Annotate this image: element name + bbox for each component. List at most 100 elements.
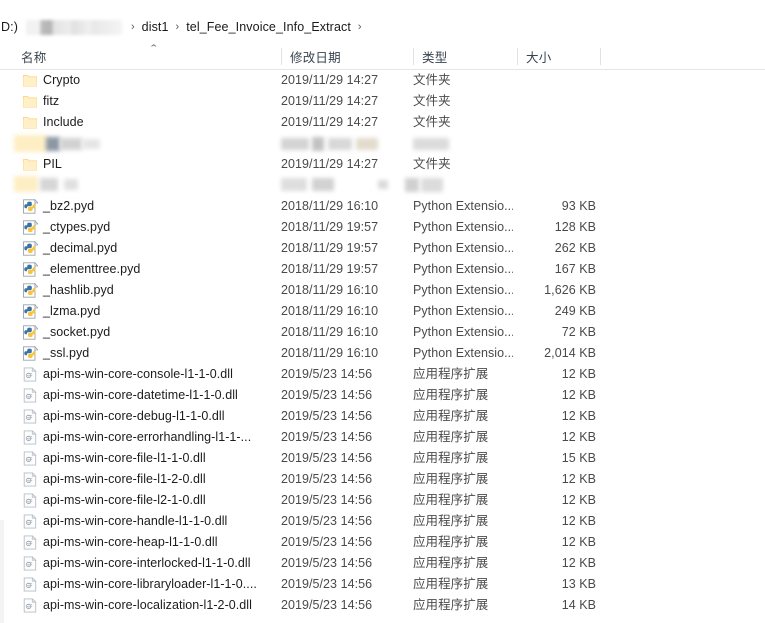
cell-size: 128 KB xyxy=(554,220,596,234)
table-row[interactable]: Crypto 2019/11/29 14:27 文件夹 xyxy=(0,70,765,91)
cell-name[interactable]: api-ms-win-core-handle-l1-1-0.dll xyxy=(22,511,272,532)
cell-name[interactable]: _ssl.pyd xyxy=(22,343,272,364)
table-row-redacted[interactable] xyxy=(0,175,765,196)
file-name-label: _bz2.pyd xyxy=(43,199,95,213)
cell-date-modified: 2018/11/29 16:10 xyxy=(281,325,379,339)
file-name-label: _decimal.pyd xyxy=(43,241,118,255)
cell-name[interactable]: _elementtree.pyd xyxy=(22,259,272,280)
cell-size: 12 KB xyxy=(561,535,596,549)
file-name-label: api-ms-win-core-console-l1-1-0.dll xyxy=(43,367,233,381)
cell-name[interactable]: Include xyxy=(22,112,272,133)
cell-date-modified: 2018/11/29 19:57 xyxy=(281,241,379,255)
cell-name[interactable]: api-ms-win-core-libraryloader-l1-1-0.... xyxy=(22,574,272,595)
table-row[interactable]: Include 2019/11/29 14:27 文件夹 xyxy=(0,112,765,133)
column-header-name-label: 名称 xyxy=(21,50,47,65)
cell-name[interactable]: api-ms-win-core-localization-l1-2-0.dll xyxy=(22,595,272,616)
table-row[interactable]: _decimal.pyd 2018/11/29 19:57 Python Exten… xyxy=(0,238,765,259)
address-bar[interactable]: D:) › dist1 › tel_Fee_Invoice_Info_Extra… xyxy=(0,14,765,41)
cell-name[interactable]: _socket.pyd xyxy=(22,322,272,343)
redaction-block xyxy=(312,137,324,151)
cell-name[interactable]: Crypto xyxy=(22,70,272,91)
table-row[interactable]: _bz2.pyd 2018/11/29 16:10 Python Extensio.… xyxy=(0,196,765,217)
redaction-block xyxy=(46,137,60,151)
python-extension-icon xyxy=(22,346,38,361)
cell-date-modified: 2018/11/29 19:57 xyxy=(281,262,379,276)
cell-name[interactable]: api-ms-win-core-heap-l1-1-0.dll xyxy=(22,532,272,553)
dll-icon xyxy=(22,451,38,466)
redaction-block xyxy=(281,138,309,150)
cell-name[interactable]: _hashlib.pyd xyxy=(22,280,272,301)
cell-name[interactable]: api-ms-win-core-file-l2-1-0.dll xyxy=(22,490,272,511)
table-row[interactable]: api-ms-win-core-errorhandling-l1-1-... 20… xyxy=(0,427,765,448)
python-extension-icon xyxy=(22,220,38,235)
cell-name[interactable]: _ctypes.pyd xyxy=(22,217,272,238)
cell-name[interactable]: PIL xyxy=(22,154,272,175)
breadcrumb-redacted-segment[interactable] xyxy=(25,19,122,35)
breadcrumb-item-current-folder[interactable]: tel_Fee_Invoice_Info_Extract xyxy=(186,20,351,34)
cell-name[interactable]: api-ms-win-core-datetime-l1-1-0.dll xyxy=(22,385,272,406)
table-row[interactable]: PIL 2019/11/29 14:27 文件夹 xyxy=(0,154,765,175)
table-row[interactable]: _ctypes.pyd 2018/11/29 19:57 Python Extens… xyxy=(0,217,765,238)
folder-icon xyxy=(22,73,38,88)
table-row[interactable]: api-ms-win-core-heap-l1-1-0.dll 2019/5/23… xyxy=(0,532,765,553)
cell-size: 14 KB xyxy=(561,598,596,612)
table-row-redacted[interactable] xyxy=(0,133,765,154)
redaction-block xyxy=(328,138,352,150)
breadcrumb-drive[interactable]: D:) xyxy=(0,20,18,34)
cell-size xyxy=(470,154,596,175)
redaction-block xyxy=(40,178,58,191)
table-row[interactable]: _elementtree.pyd 2018/11/29 19:57 Python E… xyxy=(0,259,765,280)
cell-size: 12 KB xyxy=(561,430,596,444)
cell-name[interactable]: api-ms-win-core-errorhandling-l1-1-... xyxy=(22,427,272,448)
file-name-label: fitz xyxy=(43,94,60,108)
column-header-date-modified[interactable]: 修改日期 xyxy=(281,43,413,69)
cell-size: 15 KB xyxy=(561,451,596,465)
column-divider-4[interactable] xyxy=(600,48,601,65)
cell-size: 12 KB xyxy=(561,514,596,528)
cell-name[interactable]: api-ms-win-core-file-l1-1-0.dll xyxy=(22,448,272,469)
table-row[interactable]: api-ms-win-core-debug-l1-1-0.dll 2019/5/2… xyxy=(0,406,765,427)
file-list[interactable]: Crypto 2019/11/29 14:27 文件夹 fitz 2019/11/29 … xyxy=(0,70,765,623)
folder-icon xyxy=(22,94,38,109)
column-header-type[interactable]: 类型 xyxy=(413,43,517,69)
cell-size: 12 KB xyxy=(561,493,596,507)
file-name-label: api-ms-win-core-handle-l1-1-0.dll xyxy=(43,514,228,528)
breadcrumb-separator-0: › xyxy=(130,21,135,33)
cell-size: 12 KB xyxy=(561,367,596,381)
table-row[interactable]: _lzma.pyd 2018/11/29 16:10 Python Extensio… xyxy=(0,301,765,322)
cell-name[interactable]: api-ms-win-core-console-l1-1-0.dll xyxy=(22,364,272,385)
cell-name[interactable]: api-ms-win-core-interlocked-l1-1-0.dll xyxy=(22,553,272,574)
table-row[interactable]: api-ms-win-core-file-l1-2-0.dll 2019/5/23… xyxy=(0,469,765,490)
dll-icon xyxy=(22,388,38,403)
table-row[interactable]: api-ms-win-core-libraryloader-l1-1-0....… xyxy=(0,574,765,595)
breadcrumb-separator-2[interactable]: › xyxy=(351,21,369,33)
table-row[interactable]: _ssl.pyd 2018/11/29 16:10 Python Extensio.… xyxy=(0,343,765,364)
cell-size xyxy=(470,112,596,133)
file-name-label: PIL xyxy=(43,157,62,171)
cell-name[interactable]: api-ms-win-core-debug-l1-1-0.dll xyxy=(22,406,272,427)
table-row[interactable]: fitz 2019/11/29 14:27 文件夹 xyxy=(0,91,765,112)
table-row[interactable]: api-ms-win-core-file-l1-1-0.dll 2019/5/23… xyxy=(0,448,765,469)
cell-name[interactable]: _lzma.pyd xyxy=(22,301,272,322)
table-row[interactable]: _socket.pyd 2018/11/29 16:10 Python Extens… xyxy=(0,322,765,343)
table-row[interactable]: _hashlib.pyd 2018/11/29 16:10 Python Exten… xyxy=(0,280,765,301)
python-extension-icon xyxy=(22,241,38,256)
table-row[interactable]: api-ms-win-core-datetime-l1-1-0.dll 2019/… xyxy=(0,385,765,406)
table-row[interactable]: api-ms-win-core-file-l2-1-0.dll 2019/5/23… xyxy=(0,490,765,511)
column-header-name[interactable]: 名称 xyxy=(12,43,281,69)
column-header-size[interactable]: 大小 xyxy=(517,43,600,69)
table-row[interactable]: api-ms-win-core-handle-l1-1-0.dll 2019/5/… xyxy=(0,511,765,532)
cell-size xyxy=(470,91,596,112)
table-row[interactable]: api-ms-win-core-localization-l1-2-0.dll 2… xyxy=(0,595,765,616)
file-name-label: api-ms-win-core-libraryloader-l1-1-0.... xyxy=(43,577,257,591)
cell-date-modified: 2019/11/29 14:27 xyxy=(281,94,379,108)
cell-name[interactable]: api-ms-win-core-file-l1-2-0.dll xyxy=(22,469,272,490)
breadcrumb-item-dist1[interactable]: dist1 xyxy=(142,20,169,34)
cell-date-modified: 2019/5/23 14:56 xyxy=(281,577,373,591)
cell-name[interactable]: _decimal.pyd xyxy=(22,238,272,259)
cell-name[interactable]: _bz2.pyd xyxy=(22,196,272,217)
dll-icon xyxy=(22,409,38,424)
table-row[interactable]: api-ms-win-core-console-l1-1-0.dll 2019/5… xyxy=(0,364,765,385)
cell-name[interactable]: fitz xyxy=(22,91,272,112)
table-row[interactable]: api-ms-win-core-interlocked-l1-1-0.dll 20… xyxy=(0,553,765,574)
